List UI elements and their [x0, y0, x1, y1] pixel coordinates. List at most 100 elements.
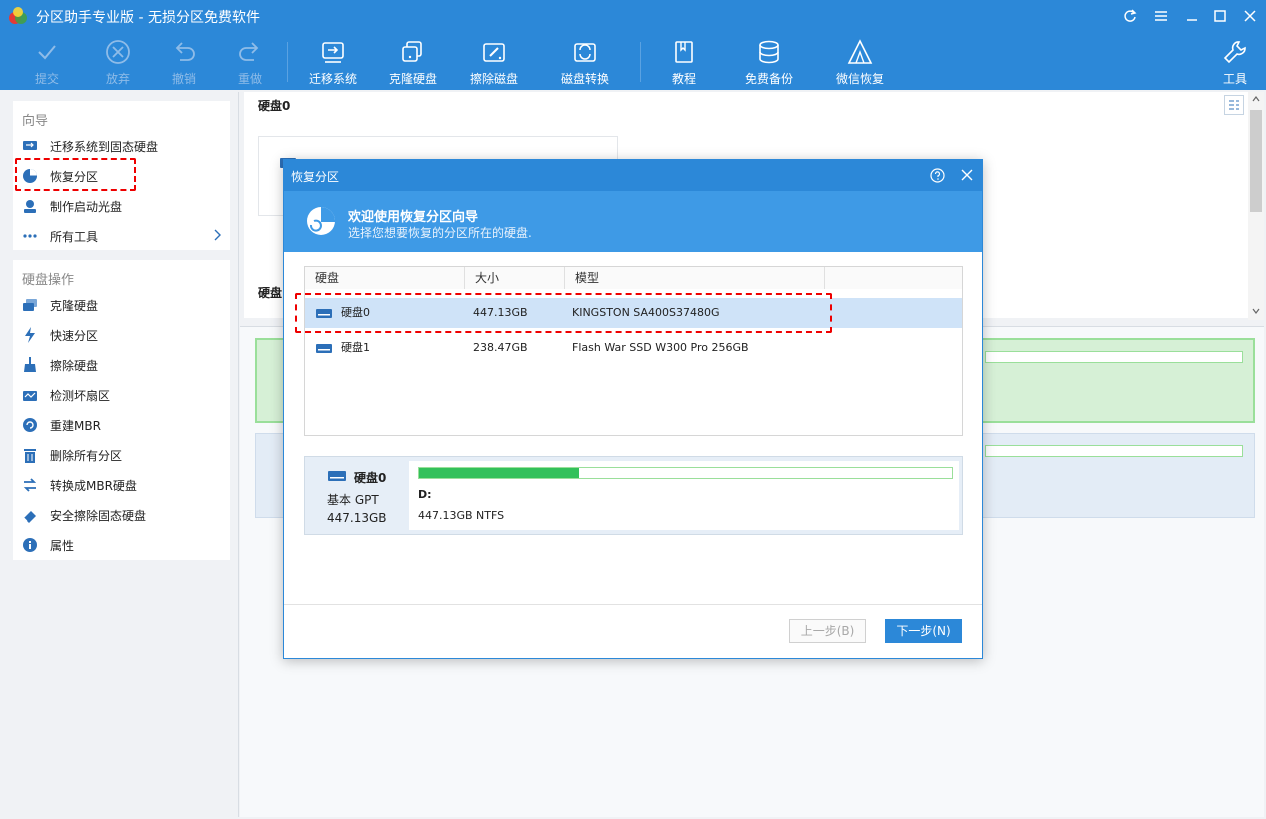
migrate-ssd-icon [22, 138, 38, 154]
tutorial-button[interactable]: 教程 [646, 34, 722, 88]
dialog-title: 恢复分区 [291, 170, 340, 184]
redo-icon [239, 42, 259, 61]
rebuild-icon [22, 417, 38, 433]
column-header-empty [825, 267, 962, 289]
sidebar-item-properties[interactable]: 属性 [22, 534, 222, 556]
clone-disk-icon [22, 297, 38, 313]
chevron-right-icon[interactable] [213, 229, 221, 241]
scroll-down-icon[interactable] [1252, 308, 1260, 314]
discard-button[interactable]: 放弃 [80, 34, 156, 88]
sidebar-item-convert-mbr[interactable]: 转换成MBR硬盘 [22, 474, 222, 496]
card-disk-type: 基本 GPT [327, 493, 379, 507]
dialog-close-icon[interactable] [961, 169, 973, 181]
broom-icon [22, 357, 38, 373]
sidebar-filler [13, 560, 230, 817]
disk-operations-heading: 硬盘操作 [22, 273, 75, 288]
more-dots-icon [22, 228, 38, 244]
sidebar-item-quick-partition[interactable]: 快速分区 [22, 324, 222, 346]
clone-disk-button[interactable]: 克隆硬盘 [375, 34, 451, 88]
recover-pie-icon [307, 207, 335, 235]
dialog-title-bar: 恢复分区 [284, 160, 982, 191]
wipe-disk-icon [483, 43, 505, 62]
sidebar-item-migrate-ssd[interactable]: 迁移系统到固态硬盘 [22, 135, 222, 157]
trash-icon [22, 447, 38, 463]
sidebar-item-rebuild-mbr[interactable]: 重建MBR [22, 414, 222, 436]
clone-disk-icon [402, 41, 422, 62]
help-icon[interactable] [930, 168, 945, 183]
disk0-section-label: 硬盘0 [258, 99, 291, 113]
column-header-model[interactable]: 模型 [565, 267, 825, 289]
recovery-logo-icon [847, 39, 873, 64]
column-header-disk[interactable]: 硬盘 [305, 267, 465, 289]
wechat-recovery-button[interactable]: 微信恢复 [822, 34, 898, 88]
refresh-icon[interactable] [1118, 4, 1142, 28]
app-logo-icon [9, 7, 27, 24]
lightning-icon [22, 327, 38, 343]
partition-info: 447.13GB NTFS [418, 509, 505, 522]
boot-disc-icon [22, 198, 38, 214]
book-icon [675, 41, 693, 63]
usage-bar [418, 467, 953, 479]
disk-section-label: 硬盘 [258, 286, 283, 300]
convert-disk-button[interactable]: 磁盘转换 [547, 34, 623, 88]
vertical-scrollbar[interactable] [1248, 92, 1264, 320]
disk-name-cell: 硬盘1 [341, 341, 370, 354]
tools-button[interactable]: 工具 [1197, 34, 1266, 88]
sidebar-item-wipe-disk[interactable]: 擦除硬盘 [22, 354, 222, 376]
partition-bar [985, 351, 1243, 363]
previous-button[interactable]: 上一步(B) [789, 619, 866, 643]
toolbar-separator [640, 42, 641, 82]
title-bar: 分区助手专业版 - 无损分区免费软件 [0, 0, 1266, 32]
disk-operations-panel: 硬盘操作 克隆硬盘 快速分区 擦除硬盘 检测坏扇区 重建MBR 删除所有分区 转… [13, 260, 230, 560]
disk-icon [328, 471, 346, 481]
eraser-icon [22, 507, 38, 523]
maximize-icon[interactable] [1208, 4, 1232, 28]
migrate-system-button[interactable]: 迁移系统 [295, 34, 371, 88]
free-backup-button[interactable]: 免费备份 [731, 34, 807, 88]
partition-block[interactable]: D: 447.13GB NTFS [409, 461, 959, 530]
wizard-heading: 向导 [22, 114, 49, 129]
wipe-disk-button[interactable]: 擦除磁盘 [456, 34, 532, 88]
dialog-header-title: 欢迎使用恢复分区向导 [348, 210, 479, 225]
disk-icon [316, 344, 332, 353]
dialog-header-subtitle: 选择您想要恢复的分区所在的硬盘. [348, 226, 532, 240]
scrollbar-thumb[interactable] [1250, 110, 1262, 212]
layout-toggle-icon[interactable] [1224, 95, 1244, 115]
disk-model-cell: Flash War SSD W300 Pro 256GB [572, 341, 749, 354]
cancel-circle-icon [106, 40, 130, 64]
convert-arrows-icon [22, 477, 38, 493]
selected-disk-card: 硬盘0 基本 GPT 447.13GB D: 447.13GB NTFS [304, 456, 963, 535]
convert-disk-icon [574, 43, 596, 62]
sidebar-divider [238, 92, 239, 817]
minimize-icon[interactable] [1180, 4, 1204, 28]
migrate-disk-icon [322, 42, 344, 63]
card-disk-name: 硬盘0 [354, 471, 387, 485]
undo-button[interactable]: 撤销 [146, 34, 222, 88]
info-icon [22, 537, 38, 553]
table-row[interactable]: 硬盘1 238.47GB Flash War SSD W300 Pro 256G… [305, 333, 962, 363]
toolbar-separator [287, 42, 288, 82]
disk-table: 硬盘 大小 模型 硬盘0 447.13GB KINGSTON SA400S374… [304, 266, 963, 436]
sidebar-item-clone-disk[interactable]: 克隆硬盘 [22, 294, 222, 316]
usage-bar-fill [419, 468, 579, 478]
column-header-size[interactable]: 大小 [465, 267, 565, 289]
sidebar-item-secure-erase-ssd[interactable]: 安全擦除固态硬盘 [22, 504, 222, 526]
next-button[interactable]: 下一步(N) [885, 619, 962, 643]
redo-button[interactable]: 重做 [212, 34, 288, 88]
scroll-up-icon[interactable] [1252, 96, 1260, 102]
close-icon[interactable] [1238, 4, 1262, 28]
sidebar-item-check-bad-sectors[interactable]: 检测坏扇区 [22, 384, 222, 406]
partition-letter: D: [418, 488, 432, 501]
recover-partition-dialog: 恢复分区 欢迎使用恢复分区向导 选择您想要恢复的分区所在的硬盘. 硬盘 大小 模… [283, 159, 983, 659]
sidebar-item-all-tools[interactable]: 所有工具 [22, 225, 222, 247]
sidebar-item-boot-disc[interactable]: 制作启动光盘 [22, 195, 222, 217]
commit-button[interactable]: 提交 [9, 34, 85, 88]
card-disk-size: 447.13GB [327, 511, 387, 525]
sidebar-item-delete-all-partitions[interactable]: 删除所有分区 [22, 444, 222, 466]
highlight-disk0-row [295, 293, 832, 333]
partition-bar [985, 445, 1243, 457]
menu-icon[interactable] [1149, 4, 1173, 28]
bad-sector-icon [22, 387, 38, 403]
window-title: 分区助手专业版 - 无损分区免费软件 [36, 10, 260, 26]
check-icon [38, 45, 56, 60]
